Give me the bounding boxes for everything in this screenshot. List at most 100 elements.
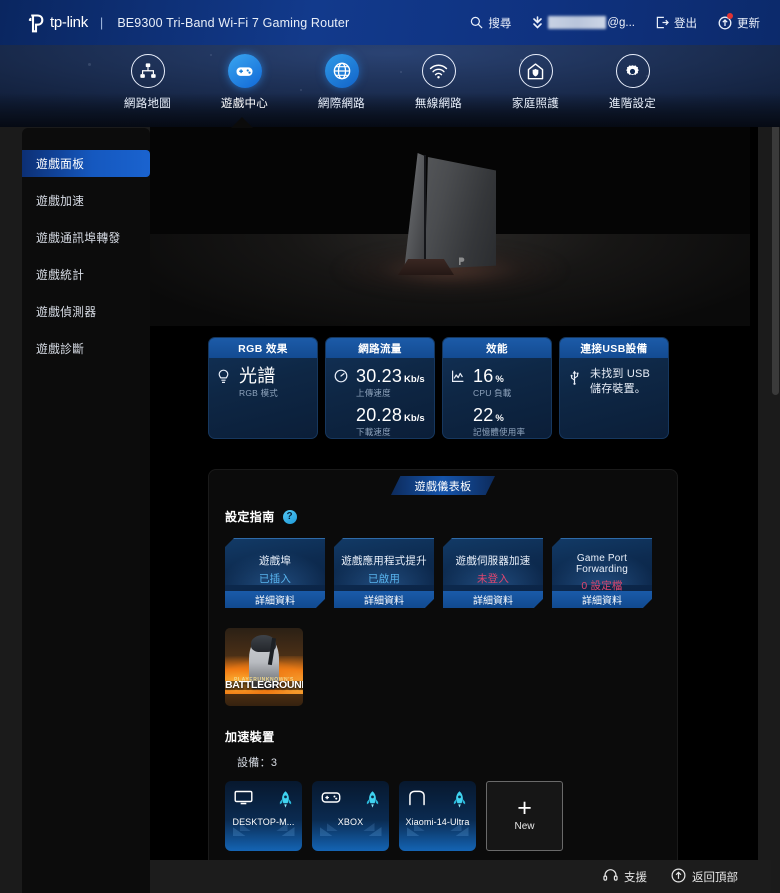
setup-guide-title: 設定指南 bbox=[225, 510, 275, 524]
router-device-render bbox=[394, 149, 506, 275]
accelerated-devices-title: 加速裝置 bbox=[225, 730, 275, 744]
help-icon[interactable]: ? bbox=[282, 509, 297, 524]
upload-speed-caption: 上傳速度 bbox=[356, 387, 391, 398]
nav-item-internet[interactable]: 網際網路 bbox=[293, 45, 390, 127]
back-to-top-button[interactable]: 返回頂部 bbox=[671, 868, 738, 886]
status-card-title: RGB 效果 bbox=[209, 338, 317, 358]
account-menu[interactable]: @g... bbox=[532, 16, 635, 29]
nav-item-advanced[interactable]: 進階設定 bbox=[584, 45, 681, 127]
guide-card-state: 已插入 bbox=[258, 573, 292, 585]
device-card-xbox[interactable]: XBOX bbox=[312, 781, 389, 851]
top-header: tp-link | BE9300 Tri-Band Wi-Fi 7 Gaming… bbox=[0, 0, 780, 45]
main-content: RGB 效果 光譜 RGB 模式 網路流量 30.23 Kb/s 上傳速度 20… bbox=[150, 119, 758, 893]
router-admin-page: tp-link | BE9300 Tri-Band Wi-Fi 7 Gaming… bbox=[0, 0, 780, 893]
header-brand-area: tp-link | BE9300 Tri-Band Wi-Fi 7 Gaming… bbox=[0, 13, 349, 33]
rocket-icon bbox=[278, 790, 293, 814]
status-card-performance[interactable]: 效能 16% CPU 負載 22% 記憶體使用率 bbox=[442, 337, 552, 439]
cpu-load-caption: CPU 負載 bbox=[473, 387, 512, 398]
search-button[interactable]: 搜尋 bbox=[470, 15, 511, 31]
status-cards-row: RGB 效果 光譜 RGB 模式 網路流量 30.23 Kb/s 上傳速度 20… bbox=[150, 326, 758, 439]
guide-card-detail-link[interactable]: 詳細資料 bbox=[225, 591, 325, 608]
active-nav-pointer bbox=[231, 117, 253, 128]
status-card-usb[interactable]: 連接USB設備 未找到 USB 儲存裝置。 bbox=[559, 337, 669, 439]
guide-card-game-port[interactable]: 遊戲埠 已插入 詳細資料 bbox=[225, 538, 325, 608]
account-email-masked bbox=[548, 16, 607, 29]
guide-card-state: 已啟用 bbox=[367, 573, 401, 585]
guide-card-detail-link[interactable]: 詳細資料 bbox=[443, 591, 543, 608]
guide-card-detail-link[interactable]: 詳細資料 bbox=[552, 591, 652, 608]
scrollbar-thumb[interactable] bbox=[772, 95, 779, 395]
rocket-icon bbox=[365, 790, 380, 814]
bulb-icon bbox=[217, 367, 232, 438]
sidebar-item-game-panel[interactable]: 遊戲面板 bbox=[22, 150, 150, 177]
router-tp-link-badge-icon bbox=[457, 253, 467, 265]
guide-card-game-server-acceleration[interactable]: 遊戲伺服器加速 未登入 詳細資料 bbox=[443, 538, 543, 608]
logout-button[interactable]: 登出 bbox=[656, 15, 697, 31]
main-nav: 網路地圖 遊戲中心 網際網路 無線網路 家庭照護 進階設定 bbox=[0, 45, 780, 128]
search-icon bbox=[470, 16, 483, 29]
guide-card-name: 遊戲應用程式提升 bbox=[341, 555, 427, 567]
logout-label: 登出 bbox=[674, 17, 697, 30]
nav-item-wireless[interactable]: 無線網路 bbox=[390, 45, 487, 127]
sidebar-item-game-statistics[interactable]: 遊戲統計 bbox=[22, 261, 150, 288]
sidebar-item-game-acceleration[interactable]: 遊戲加速 bbox=[22, 187, 150, 214]
speedometer-icon bbox=[334, 367, 349, 438]
status-card-network-traffic[interactable]: 網路流量 30.23 Kb/s 上傳速度 20.28 Kb/s 下載速度 bbox=[325, 337, 435, 439]
guide-card-detail-link[interactable]: 詳細資料 bbox=[334, 591, 434, 608]
status-card-title: 效能 bbox=[443, 338, 551, 358]
support-label: 支援 bbox=[624, 871, 647, 884]
playerunknowns-battlegrounds-thumbnail[interactable]: PLAYERUNKNOWN'S BATTLEGROUNDS bbox=[225, 628, 303, 706]
guide-card-game-port-forwarding[interactable]: Game Port Forwarding 0 設定檔 詳細資料 bbox=[552, 538, 652, 608]
headset-icon bbox=[603, 868, 618, 885]
device-card-xiaomi[interactable]: Xiaomi-14-Ultra bbox=[399, 781, 476, 851]
nav-item-game-center[interactable]: 遊戲中心 bbox=[196, 45, 293, 127]
cpu-load-value: 16 bbox=[473, 366, 494, 386]
add-device-label: New bbox=[514, 821, 535, 832]
device-count-label: 設備：3 bbox=[237, 757, 278, 769]
cpu-load-unit: % bbox=[495, 374, 504, 385]
header-separator: | bbox=[99, 15, 104, 30]
nav-item-network-map[interactable]: 網路地圖 bbox=[99, 45, 196, 127]
device-name: XBOX bbox=[337, 817, 364, 827]
sidebar-item-game-detector[interactable]: 遊戲偵測器 bbox=[22, 298, 150, 325]
tp-link-logo[interactable]: tp-link bbox=[28, 13, 88, 33]
status-card-rgb[interactable]: RGB 效果 光譜 RGB 模式 bbox=[208, 337, 318, 439]
nav-item-homecare[interactable]: 家庭照護 bbox=[487, 45, 584, 127]
guide-card-name: Game Port Forwarding bbox=[575, 553, 629, 575]
page-footer: 支援 返回頂部 bbox=[150, 860, 780, 893]
phone-icon bbox=[408, 790, 426, 814]
tp-link-mark-icon bbox=[28, 13, 47, 33]
upload-speed-value: 30.23 bbox=[356, 366, 403, 386]
device-card-desktop[interactable]: DESKTOP-M... bbox=[225, 781, 302, 851]
download-speed-value: 20.28 bbox=[356, 404, 403, 425]
home-shield-icon bbox=[518, 54, 553, 88]
memory-usage-caption: 記憶體使用率 bbox=[473, 426, 526, 437]
guide-card-name: 遊戲伺服器加速 bbox=[455, 555, 531, 567]
rocket-icon bbox=[452, 790, 467, 814]
usb-status-text: 未找到 USB 儲存裝置。 bbox=[590, 368, 651, 395]
scrollbar-track[interactable] bbox=[771, 45, 780, 893]
guide-card-game-app-boost[interactable]: 遊戲應用程式提升 已啟用 詳細資料 bbox=[334, 538, 434, 608]
sidebar-item-label: 遊戲診斷 bbox=[36, 343, 85, 356]
sidebar-item-game-diagnostics[interactable]: 遊戲診斷 bbox=[22, 335, 150, 362]
memory-usage-value: 22 bbox=[473, 404, 494, 425]
chevron-down-icon bbox=[532, 16, 543, 29]
update-badge bbox=[727, 12, 733, 19]
update-label: 更新 bbox=[737, 17, 760, 30]
status-card-title: 連接USB設備 bbox=[560, 338, 668, 358]
header-actions: 搜尋 @g... 登出 更新 bbox=[470, 12, 780, 31]
page-body: 遊戲面板 遊戲加速 遊戲通訊埠轉發 遊戲統計 遊戲偵測器 遊戲診斷 RGB 效果… bbox=[0, 119, 780, 893]
support-button[interactable]: 支援 bbox=[603, 868, 647, 885]
update-button[interactable]: 更新 bbox=[718, 12, 760, 31]
usb-icon bbox=[568, 367, 583, 438]
logout-icon bbox=[656, 16, 669, 29]
arrow-up-circle-icon bbox=[671, 868, 686, 886]
nav-label: 網際網路 bbox=[317, 98, 366, 110]
gear-icon bbox=[615, 54, 650, 88]
sidebar-item-game-port-forwarding[interactable]: 遊戲通訊埠轉發 bbox=[22, 224, 150, 251]
account-email-suffix: @g... bbox=[607, 16, 635, 29]
sidebar-item-label: 遊戲統計 bbox=[36, 269, 85, 282]
sidebar-item-label: 遊戲面板 bbox=[36, 158, 85, 171]
download-speed-caption: 下載速度 bbox=[356, 426, 391, 437]
add-device-button[interactable]: + New bbox=[486, 781, 563, 851]
